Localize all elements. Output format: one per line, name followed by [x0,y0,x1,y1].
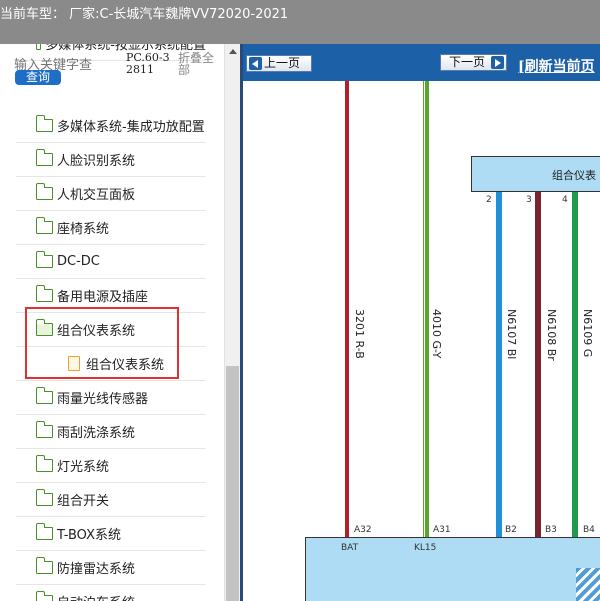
tree-item-label: 备用电源及插座 [57,290,149,305]
tree-item-label: 自动泊车系统 [57,592,135,601]
folder-icon [35,251,53,268]
top-pin-label: 4 [562,195,568,205]
tree-item-label: DC-DC [57,254,100,269]
tree-item-label: 人机交互面板 [57,188,136,203]
folder-icon [35,149,53,166]
tree-item-label: 灯光系统 [57,460,110,475]
cluster-connector: 组合仪表 [471,156,600,192]
top-pin-label: 2 [486,195,492,205]
wire-n6109 [572,192,578,537]
folder-icon [35,591,53,601]
wiring-diagram: 组合仪表 2 3 4 3201 R-B 4010 G-Y N6107 Bl N6… [243,81,600,601]
top-pin-label: 3 [526,195,532,205]
folder-icon [36,44,42,50]
wire-label: N6109 G [581,309,594,358]
folder-icon [35,285,53,302]
tree-scrollbar[interactable] [224,44,240,601]
scroll-up-arrow-icon[interactable] [225,44,240,59]
folder-icon [35,217,53,234]
folder-icon [35,557,53,574]
tree-item-parking-radar[interactable]: 防撞雷达系统 [16,551,206,585]
wire-label: 3201 R-B [353,309,366,359]
pin-label: B3 [545,525,557,535]
folder-icon [35,115,53,132]
tree-item-rain-light-sensor[interactable]: 雨量光线传感器 [16,381,206,415]
wire-label: N6107 Bl [505,309,518,360]
tree-item-face-recognition[interactable]: 人脸识别系统 [16,143,206,177]
pin-label: A31 [433,525,451,535]
title-bar: 当前车型： 厂家:C-长城汽车魏牌VV72020-2021 [0,0,600,44]
wire-3201 [344,81,350,537]
tree-item-wiper-washer[interactable]: 雨刮洗涤系统 [16,415,206,449]
tree-item-label: 人脸识别系统 [57,154,136,169]
cluster-label: 组合仪表 [552,169,596,182]
wire-4010 [423,81,429,537]
pc-code: PC.60-32811 [126,51,170,76]
signal-label: KL15 [414,543,437,553]
left-panel: 多媒体系统-按显示系统配置 多媒体系统-集成功放配置 人脸识别系统 人机交互面板… [0,44,242,601]
tree-item-label: 雨刮洗涤系统 [57,426,136,441]
connector-hatch [576,568,600,601]
pin-label: A32 [354,525,372,535]
tree-item-label: 组合开关 [57,494,110,509]
wire-n6107 [496,192,502,537]
folder-icon [35,489,53,506]
next-page-button[interactable]: 下一页 [440,54,507,71]
viewer-toolbar: 上一页 下一页 [刷新当前页 [243,44,600,81]
refresh-page-link[interactable]: [刷新当前页 [518,56,595,76]
tree-item-tbox[interactable]: T-BOX系统 [16,517,206,551]
next-page-label: 下一页 [449,55,486,69]
wire-label: N6108 Br [545,309,558,361]
search-button[interactable]: 查询 [15,70,61,85]
signal-label: BAT [341,543,359,553]
collapse-all-button[interactable]: 折叠全部 [178,52,222,76]
wire-label: 4010 G-Y [430,309,443,359]
tree-item-label: T-BOX系统 [57,528,121,543]
arrow-right-icon [491,56,504,69]
tree-item-seat-system[interactable]: 座椅系统 [16,211,206,245]
folder-icon [35,421,53,438]
tree-item-dc-dc[interactable]: DC-DC [16,245,206,279]
module-connector: BAT KL15 [305,537,600,601]
tree-item-auto-parking[interactable]: 自动泊车系统 [16,585,206,601]
prev-page-label: 上一页 [264,56,301,70]
folder-icon [35,523,53,540]
tree-item-label: 多媒体系统-集成功放配置 [57,120,205,135]
arrow-left-icon [249,57,262,70]
tree-item-hmi-panel[interactable]: 人机交互面板 [16,177,206,211]
scroll-thumb[interactable] [226,366,239,601]
pin-label: B2 [505,525,517,535]
tree-item-label: 座椅系统 [57,222,110,237]
prev-page-button[interactable]: 上一页 [246,55,312,72]
tree-item-label: 雨量光线传感器 [57,392,149,407]
folder-icon [35,455,53,472]
tree-item-lighting[interactable]: 灯光系统 [16,449,206,483]
tree-item-combination-switch[interactable]: 组合开关 [16,483,206,517]
folder-icon [35,183,53,200]
selection-highlight [25,307,179,379]
tree-item-multimedia-amp[interactable]: 多媒体系统-集成功放配置 [16,109,206,143]
vehicle-model-title: 当前车型： 厂家:C-长城汽车魏牌VV72020-2021 [0,7,289,22]
pin-label: B4 [583,525,595,535]
folder-icon [35,387,53,404]
tree-item-label: 防撞雷达系统 [57,562,136,577]
wire-n6108 [535,192,541,537]
